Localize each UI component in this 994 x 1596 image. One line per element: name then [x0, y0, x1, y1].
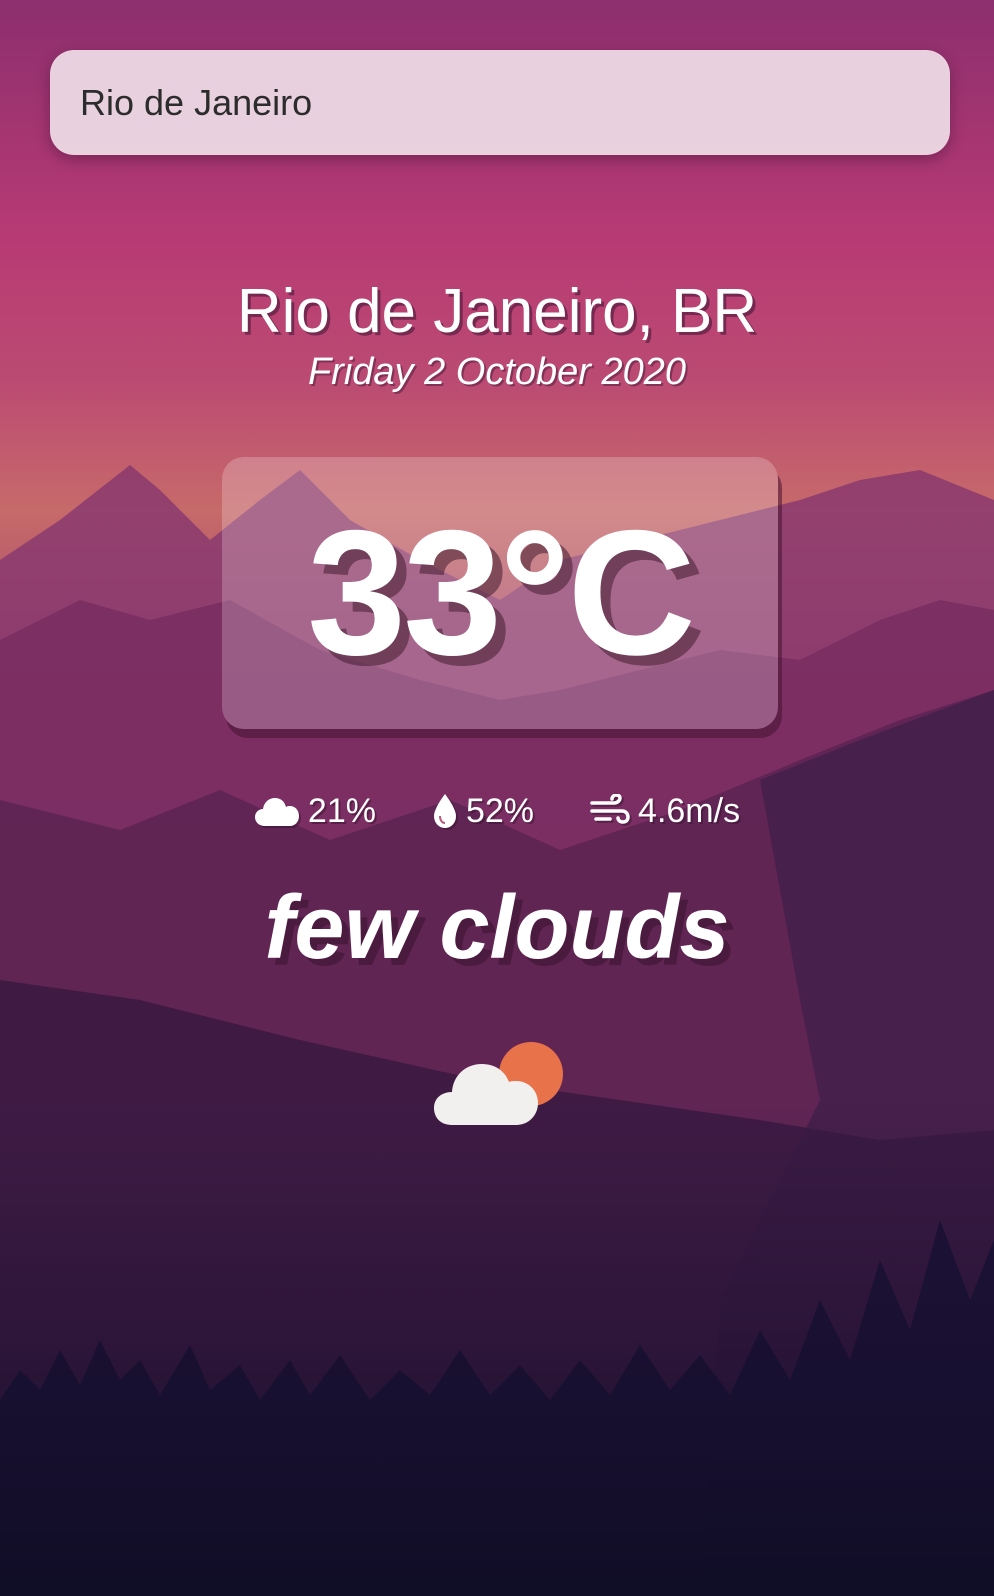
weather-stats: 21% 52% 4.6m/s	[0, 786, 994, 836]
cloudiness-value: 21%	[307, 791, 376, 830]
temperature-card: 33°C	[222, 457, 778, 729]
few-clouds-icon	[434, 1042, 563, 1125]
wind-icon	[590, 794, 630, 824]
humidity-stat: 52%	[432, 792, 534, 831]
cloudiness-stat: 21%	[254, 792, 376, 831]
cloud-icon	[254, 798, 299, 826]
city-search-input[interactable]	[50, 50, 950, 155]
wind-speed-value: 4.6m/s	[638, 791, 741, 830]
temperature-value: 33°C	[307, 493, 696, 692]
water-drop-icon	[433, 794, 456, 828]
wind-stat: 4.6m/s	[590, 792, 740, 831]
location-title: Rio de Janeiro, BR	[236, 277, 758, 346]
weather-app: Rio de Janeiro, BR Friday 2 October 2020…	[0, 0, 994, 1596]
weather-description: few clouds	[264, 878, 730, 978]
current-date: Friday 2 October 2020	[307, 351, 687, 393]
humidity-value: 52%	[465, 791, 535, 830]
